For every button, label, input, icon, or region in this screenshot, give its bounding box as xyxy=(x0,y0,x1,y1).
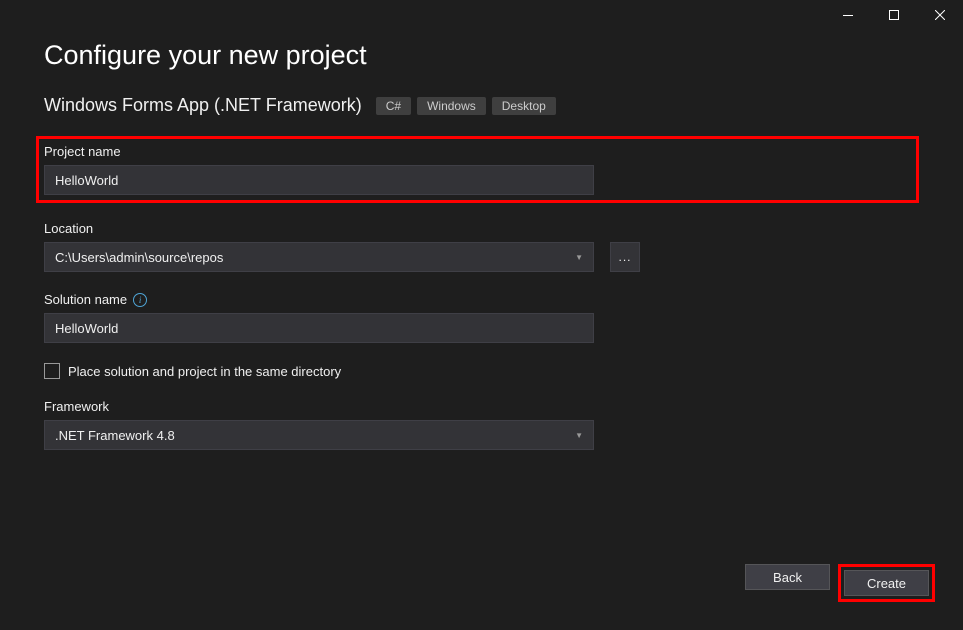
close-icon[interactable] xyxy=(917,0,963,30)
solution-name-input[interactable] xyxy=(44,313,594,343)
project-type-name: Windows Forms App (.NET Framework) xyxy=(44,95,362,116)
page-title: Configure your new project xyxy=(44,40,919,71)
chevron-down-icon: ▼ xyxy=(575,253,583,262)
project-name-input[interactable] xyxy=(44,165,594,195)
solution-name-label: Solution name i xyxy=(44,292,919,307)
tag-csharp: C# xyxy=(376,97,411,115)
tag-list: C# Windows Desktop xyxy=(376,97,556,115)
project-name-highlight: Project name xyxy=(36,136,919,203)
solution-name-label-text: Solution name xyxy=(44,292,127,307)
minimize-icon[interactable] xyxy=(825,0,871,30)
framework-select[interactable]: .NET Framework 4.8 ▼ xyxy=(44,420,594,450)
location-block: Location C:\Users\admin\source\repos ▼ .… xyxy=(44,221,919,272)
maximize-icon[interactable] xyxy=(871,0,917,30)
location-label: Location xyxy=(44,221,919,236)
back-button[interactable]: Back xyxy=(745,564,830,590)
framework-label: Framework xyxy=(44,399,919,414)
window-controls xyxy=(825,0,963,30)
framework-value: .NET Framework 4.8 xyxy=(55,428,175,443)
info-icon[interactable]: i xyxy=(133,293,147,307)
dialog-footer: Back Create xyxy=(745,564,935,602)
solution-name-block: Solution name i xyxy=(44,292,919,343)
same-directory-checkbox[interactable] xyxy=(44,363,60,379)
titlebar xyxy=(0,0,963,30)
dialog-content: Configure your new project Windows Forms… xyxy=(0,30,963,450)
browse-button[interactable]: ... xyxy=(610,242,640,272)
location-select[interactable]: C:\Users\admin\source\repos ▼ xyxy=(44,242,594,272)
same-directory-row: Place solution and project in the same d… xyxy=(44,363,919,379)
framework-block: Framework .NET Framework 4.8 ▼ xyxy=(44,399,919,450)
same-directory-label: Place solution and project in the same d… xyxy=(68,364,341,379)
tag-windows: Windows xyxy=(417,97,486,115)
chevron-down-icon: ▼ xyxy=(575,431,583,440)
location-value: C:\Users\admin\source\repos xyxy=(55,250,223,265)
project-type-row: Windows Forms App (.NET Framework) C# Wi… xyxy=(44,95,919,116)
create-button[interactable]: Create xyxy=(844,570,929,596)
tag-desktop: Desktop xyxy=(492,97,556,115)
create-button-highlight: Create xyxy=(838,564,935,602)
project-name-label: Project name xyxy=(44,144,911,159)
